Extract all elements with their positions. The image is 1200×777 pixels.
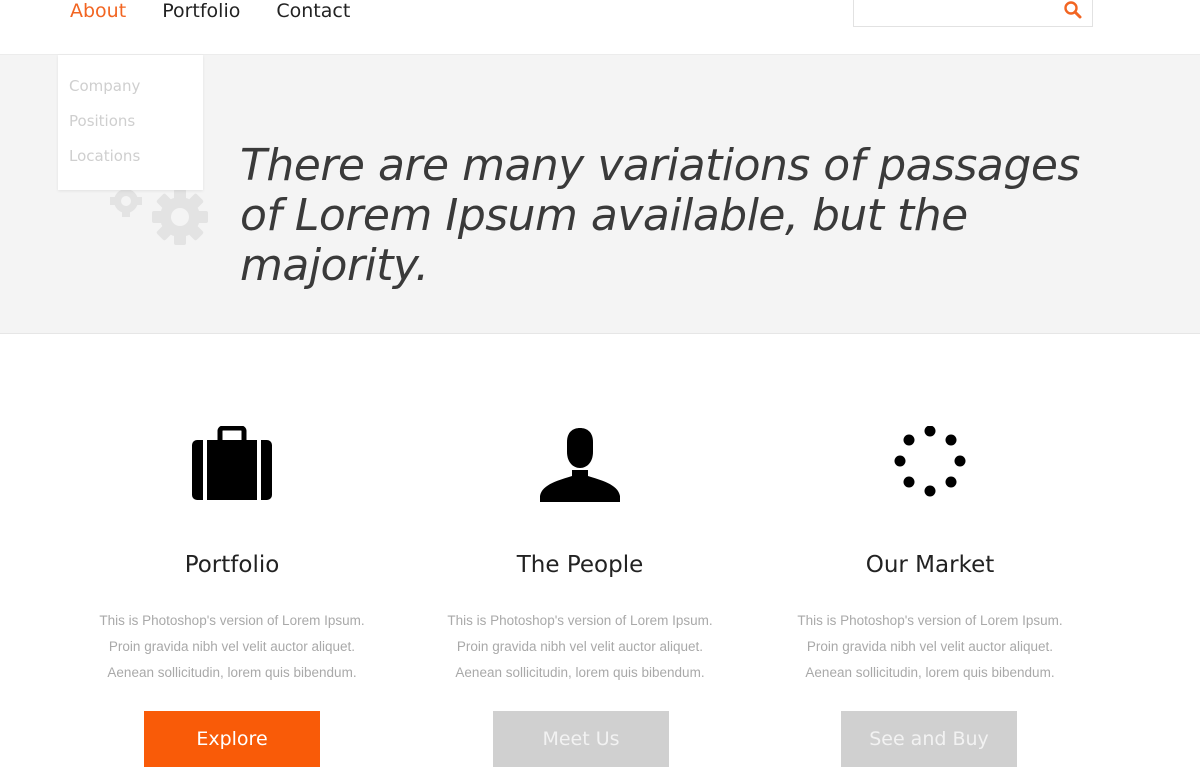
dropdown-item-company[interactable]: Company bbox=[69, 77, 140, 95]
loading-dots-icon bbox=[894, 426, 966, 497]
main-nav: About Portfolio Contact bbox=[70, 0, 386, 24]
top-nav-bar: About Portfolio Contact bbox=[0, 0, 1200, 55]
nav-item-about[interactable]: About bbox=[70, 0, 126, 24]
briefcase-icon bbox=[192, 426, 272, 500]
feature-market: Our Market This is Photoshop's version o… bbox=[765, 420, 1095, 686]
feature-portfolio: Portfolio This is Photoshop's version of… bbox=[67, 420, 397, 686]
feature-title: The People bbox=[516, 552, 644, 578]
dropdown-item-locations[interactable]: Locations bbox=[69, 147, 140, 165]
search-icon[interactable] bbox=[1062, 0, 1084, 21]
feature-people: The People This is Photoshop's version o… bbox=[415, 420, 745, 686]
search-input[interactable] bbox=[862, 0, 1056, 24]
nav-item-contact[interactable]: Contact bbox=[276, 0, 350, 24]
feature-title: Portfolio bbox=[184, 552, 280, 578]
person-icon bbox=[540, 428, 620, 502]
dropdown-item-positions[interactable]: Positions bbox=[69, 112, 135, 130]
about-dropdown-menu: Company Positions Locations bbox=[58, 55, 203, 190]
explore-button[interactable]: Explore bbox=[144, 711, 320, 767]
meet-us-button[interactable]: Meet Us bbox=[493, 711, 669, 767]
see-and-buy-button[interactable]: See and Buy bbox=[841, 711, 1017, 767]
feature-title: Our Market bbox=[865, 552, 995, 578]
hero-headline: There are many variations of passages of… bbox=[240, 140, 1080, 291]
nav-item-portfolio[interactable]: Portfolio bbox=[162, 0, 240, 24]
search-box bbox=[853, 0, 1093, 27]
feature-description: This is Photoshop's version of Lorem Ips… bbox=[447, 613, 713, 680]
gears-icon bbox=[110, 187, 208, 245]
feature-description: This is Photoshop's version of Lorem Ips… bbox=[797, 613, 1063, 680]
feature-description: This is Photoshop's version of Lorem Ips… bbox=[99, 613, 365, 680]
